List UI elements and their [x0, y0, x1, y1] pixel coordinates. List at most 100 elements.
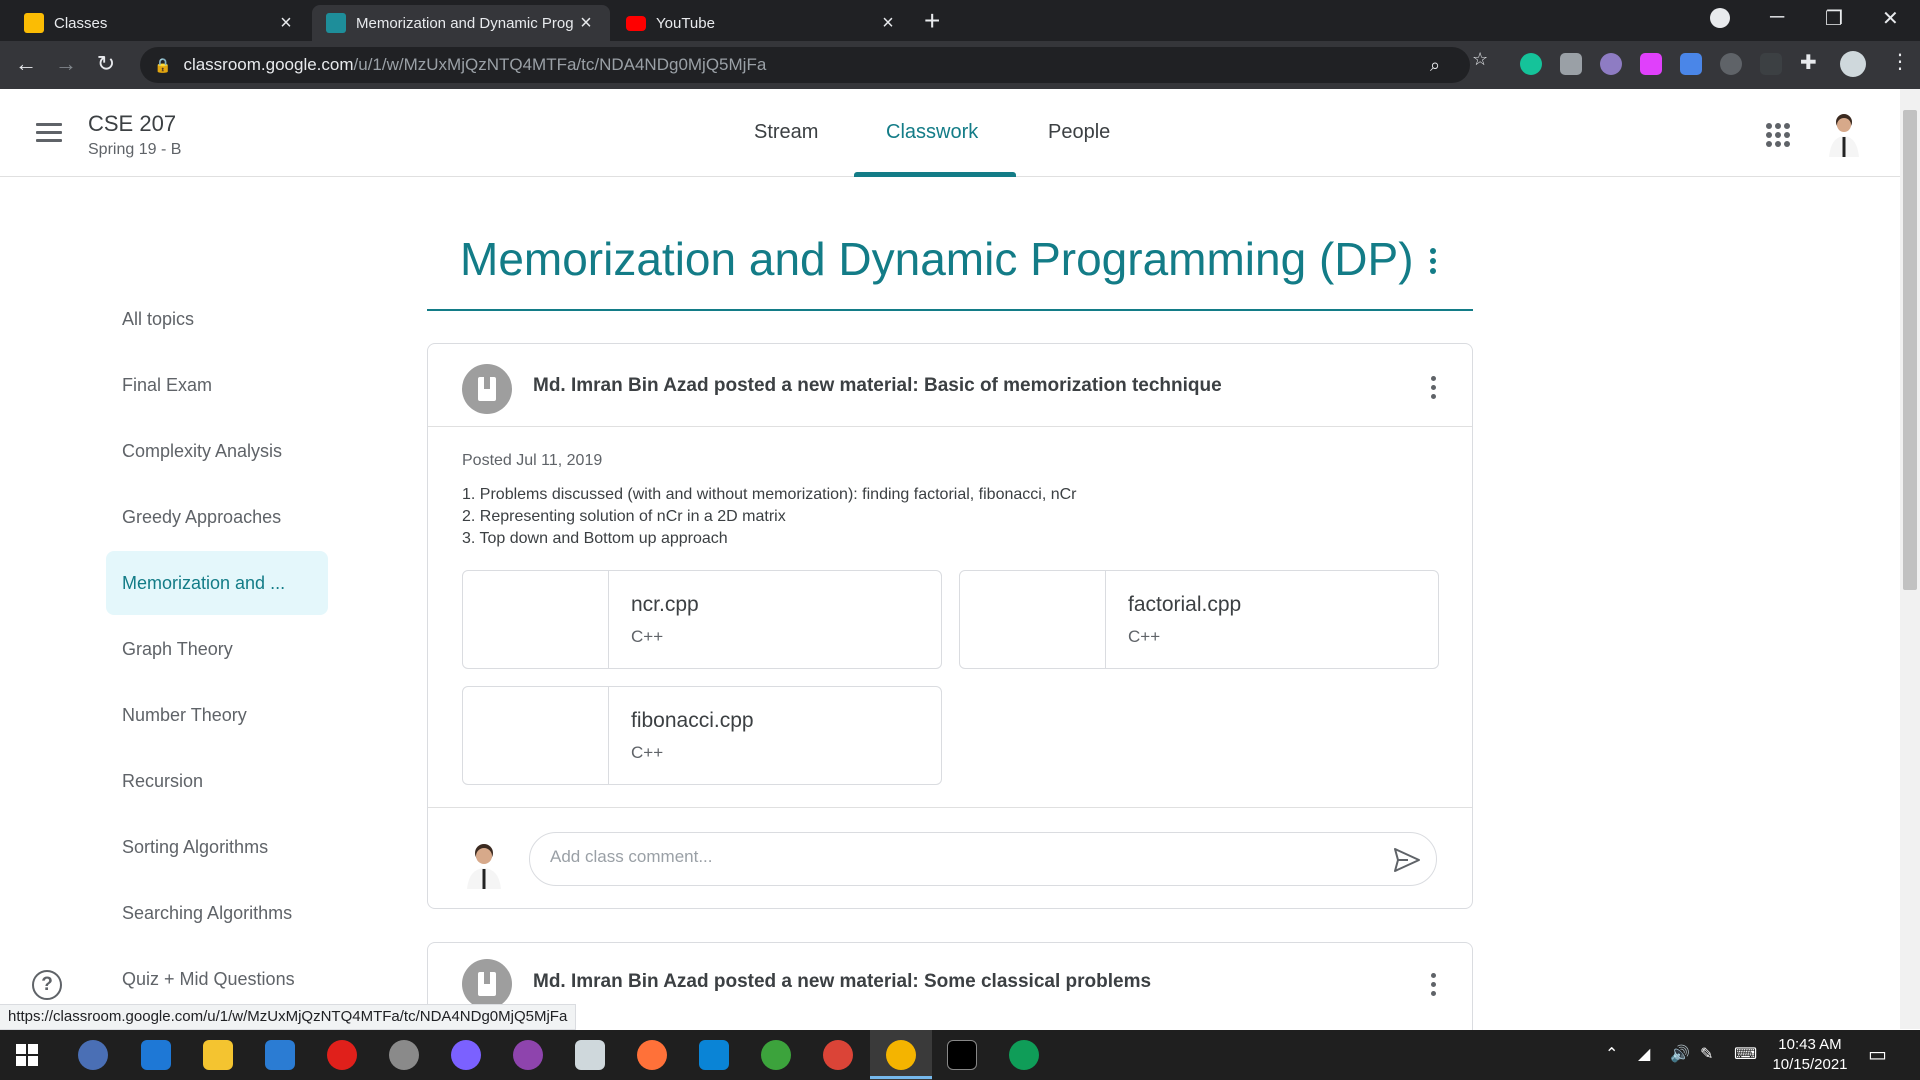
chrome-profile-icon[interactable]: [823, 1040, 853, 1070]
close-tab-icon[interactable]: ×: [878, 12, 898, 35]
close-tab-icon[interactable]: ×: [576, 12, 596, 35]
play-extension-icon[interactable]: [1640, 53, 1662, 75]
class-name[interactable]: CSE 207: [88, 111, 176, 137]
browser-toolbar: ← → ↻ 🔒 classroom.google.com/u/1/w/MzUxM…: [0, 41, 1920, 89]
keyboard-icon[interactable]: ⌨: [1734, 1044, 1757, 1064]
puzzle-extensions-icon[interactable]: ✚: [1800, 50, 1822, 74]
new-tab-button[interactable]: +: [924, 7, 940, 35]
github-desktop-icon[interactable]: [513, 1040, 543, 1070]
attachment-ncr[interactable]: ncr.cpp C++: [462, 570, 942, 669]
card-divider: [428, 807, 1472, 808]
tab-stream[interactable]: Stream: [754, 121, 818, 144]
edge-icon[interactable]: [141, 1040, 171, 1070]
vscode-icon[interactable]: [699, 1040, 729, 1070]
main-menu-icon[interactable]: [36, 123, 62, 147]
zoom-icon[interactable]: ⌕: [1430, 55, 1440, 76]
classroom-favicon-icon: [326, 13, 346, 33]
windows-taskbar: ⌃ ◢ 🔊 ✎ ⌨ 10:43 AM 10/15/2021 ▭: [0, 1030, 1920, 1080]
address-bar[interactable]: 🔒 classroom.google.com/u/1/w/MzUxMjQzNTQ…: [140, 47, 1470, 83]
topic-all-topics[interactable]: All topics: [106, 287, 328, 351]
file-thumbnail: [463, 687, 609, 784]
screenshot-extension-icon[interactable]: [1560, 53, 1582, 75]
profile-menu-icon[interactable]: [1710, 8, 1730, 28]
close-tab-icon[interactable]: ×: [276, 12, 296, 35]
file-explorer-icon[interactable]: [203, 1040, 233, 1070]
show-hidden-icons-icon[interactable]: ⌃: [1605, 1044, 1618, 1064]
chrome-active-icon[interactable]: [886, 1040, 916, 1070]
sync-extension-icon[interactable]: [1720, 53, 1742, 75]
qbittorrent-icon[interactable]: [78, 1040, 108, 1070]
back-arrow-icon[interactable]: ←: [12, 51, 40, 77]
reload-icon[interactable]: ↻: [92, 51, 120, 77]
terminal-icon[interactable]: [947, 1040, 977, 1070]
attachment-factorial[interactable]: factorial.cpp C++: [959, 570, 1439, 669]
windows-start-icon[interactable]: [16, 1044, 38, 1066]
tab-classwork[interactable]: Classwork: [886, 121, 978, 144]
topic-final-exam[interactable]: Final Exam: [106, 353, 328, 417]
topic-number-theory[interactable]: Number Theory: [106, 683, 328, 747]
bookmark-star-icon[interactable]: ☆: [1472, 49, 1488, 70]
restore-icon[interactable]: ❐: [1825, 6, 1843, 31]
mail-icon[interactable]: [265, 1040, 295, 1070]
active-tab-indicator: [854, 172, 1016, 177]
send-icon[interactable]: [1392, 845, 1422, 875]
topic-recursion[interactable]: Recursion: [106, 749, 328, 813]
clock-date: 10/15/2021: [1772, 1056, 1848, 1073]
globe-app-icon[interactable]: [761, 1040, 791, 1070]
topic-searching-algorithms[interactable]: Searching Algorithms: [106, 881, 328, 945]
material-options-icon[interactable]: [1431, 376, 1437, 403]
download-extension-icon[interactable]: [1680, 53, 1702, 75]
description-line: 3. Top down and Bottom up approach: [462, 530, 728, 547]
comment-input[interactable]: [550, 847, 1350, 867]
material-card: Md. Imran Bin Azad posted a new material…: [427, 942, 1473, 1042]
google-apps-icon[interactable]: [1766, 123, 1790, 147]
satellite-app-icon[interactable]: [389, 1040, 419, 1070]
wifi-icon[interactable]: ◢: [1638, 1044, 1650, 1064]
active-app-indicator: [870, 1076, 932, 1079]
attachment-fibonacci[interactable]: fibonacci.cpp C++: [462, 686, 942, 785]
topic-sorting-algorithms[interactable]: Sorting Algorithms: [106, 815, 328, 879]
account-avatar[interactable]: [1825, 109, 1863, 157]
browser-tab-youtube[interactable]: YouTube ×: [612, 5, 912, 41]
material-header[interactable]: Md. Imran Bin Azad posted a new material…: [533, 375, 1222, 397]
minimize-icon[interactable]: ─: [1770, 6, 1784, 29]
material-header[interactable]: Md. Imran Bin Azad posted a new material…: [533, 971, 1151, 993]
class-comment-field[interactable]: [529, 832, 1437, 886]
topic-greedy-approaches[interactable]: Greedy Approaches: [106, 485, 328, 549]
browser-menu-icon[interactable]: ⋮: [1890, 49, 1910, 74]
grammarly-extension-icon[interactable]: [1520, 53, 1542, 75]
topic-graph-theory[interactable]: Graph Theory: [106, 617, 328, 681]
topic-complexity-analysis[interactable]: Complexity Analysis: [106, 419, 328, 483]
file-thumbnail: [960, 571, 1106, 668]
profile-avatar-icon[interactable]: [1840, 51, 1866, 77]
browser-tab-memorization[interactable]: Memorization and Dynamic Prog ×: [312, 5, 610, 41]
material-options-icon[interactable]: [1431, 973, 1437, 1000]
system-clock[interactable]: 10:43 AM 10/15/2021: [1760, 1035, 1860, 1075]
notifications-icon[interactable]: ▭: [1868, 1042, 1887, 1067]
material-card: Md. Imran Bin Azad posted a new material…: [427, 343, 1473, 909]
tab-title: Classes: [54, 14, 108, 32]
volume-icon[interactable]: 🔊: [1670, 1044, 1690, 1064]
classroom-favicon-icon: [24, 13, 44, 33]
forward-arrow-icon[interactable]: →: [52, 51, 80, 77]
url-path: /u/1/w/MzUxMjQzNTQ4MTFa/tc/NDA4NDg0MjQ5M…: [353, 55, 767, 74]
close-window-icon[interactable]: ✕: [1882, 6, 1899, 31]
topic-quiz-mid-questions[interactable]: Quiz + Mid Questions: [106, 947, 328, 1011]
messenger-icon[interactable]: [451, 1040, 481, 1070]
paint-icon[interactable]: [575, 1040, 605, 1070]
tab-people[interactable]: People: [1048, 121, 1110, 144]
firefox-icon[interactable]: [637, 1040, 667, 1070]
browser-tab-classes[interactable]: Classes ×: [10, 5, 310, 41]
topic-memorization[interactable]: Memorization and ...: [106, 551, 328, 615]
topic-options-icon[interactable]: [1430, 248, 1436, 278]
pen-extension-icon[interactable]: [1760, 53, 1782, 75]
description-line: 2. Representing solution of nCr in a 2D …: [462, 508, 786, 525]
chrome-profile-2-icon[interactable]: [1009, 1040, 1039, 1070]
help-icon[interactable]: ?: [32, 970, 62, 1000]
scrollbar-thumb[interactable]: [1903, 110, 1917, 590]
description-line: 1. Problems discussed (with and without …: [462, 486, 1077, 503]
topic-divider: [427, 309, 1473, 311]
pen-icon[interactable]: ✎: [1700, 1044, 1713, 1064]
extension-icon[interactable]: [1600, 53, 1622, 75]
opera-icon[interactable]: [327, 1040, 357, 1070]
